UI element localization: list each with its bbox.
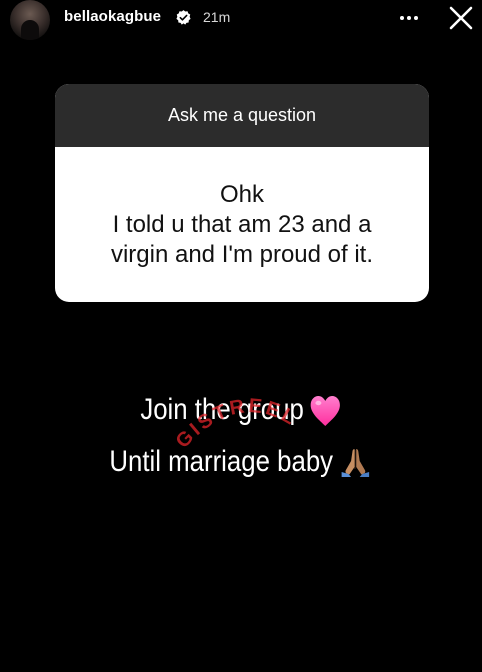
answer-line: I told u that am 23 and a <box>112 210 372 238</box>
praying-hands-emoji-icon <box>341 449 370 478</box>
caption-line-2: Until marriage baby <box>34 445 449 481</box>
verified-badge-icon <box>176 10 191 25</box>
username[interactable]: bellaokagbue <box>64 8 161 25</box>
caption-text: Join the group <box>140 393 304 426</box>
answer-line: Ohk <box>219 180 264 208</box>
story-header: bellaokagbue 21m <box>0 0 482 40</box>
question-answer: Ohk I told u that am 23 and a virgin and… <box>55 147 429 302</box>
post-time: 21m <box>203 9 231 25</box>
caption-line-1: Join the group <box>34 393 449 428</box>
close-icon[interactable] <box>448 5 474 31</box>
pink-heart-emoji-icon <box>310 396 340 427</box>
caption-text: Until marriage baby <box>109 445 334 478</box>
more-options-icon[interactable] <box>398 8 420 28</box>
question-prompt: Ask me a question <box>55 84 429 147</box>
avatar[interactable] <box>10 0 50 40</box>
question-sticker[interactable]: Ask me a question Ohk I told u that am 2… <box>55 84 429 302</box>
answer-line: virgin and I'm proud of it. <box>110 240 374 268</box>
